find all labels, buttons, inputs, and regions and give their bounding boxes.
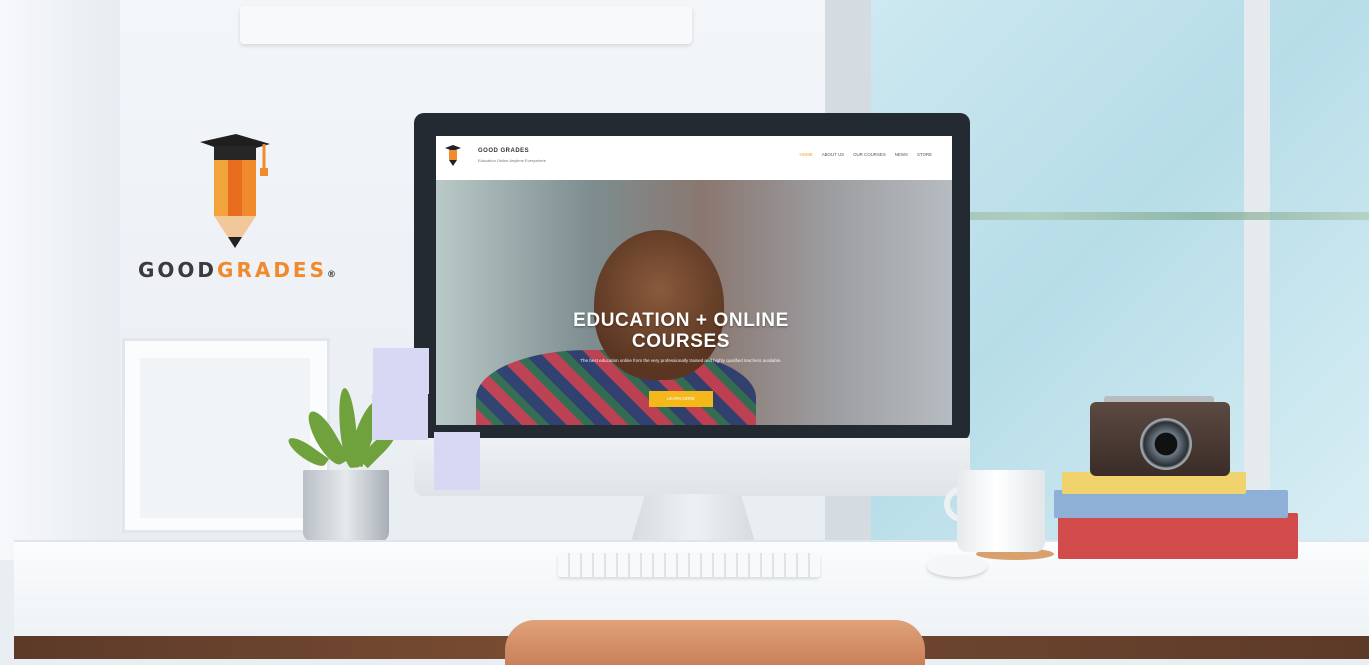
wall-pillar bbox=[0, 0, 120, 560]
window-frame-right bbox=[1244, 0, 1270, 545]
chair bbox=[505, 620, 925, 665]
registered-mark: ® bbox=[327, 270, 339, 280]
website-tagline: Education Online Anytime Everywhere bbox=[478, 158, 547, 163]
keyboard bbox=[558, 553, 820, 577]
mouse bbox=[927, 555, 987, 577]
website-site-name: GOOD GRADES bbox=[478, 148, 530, 154]
brand-word-good: GOOD bbox=[138, 258, 218, 282]
hero-subtitle: The best education online from the very … bbox=[580, 358, 782, 363]
sticky-note bbox=[434, 432, 480, 490]
book-red bbox=[1058, 513, 1298, 559]
monitor-stand bbox=[630, 494, 756, 546]
book-blue bbox=[1054, 490, 1288, 518]
nav-item-about-us[interactable]: ABOUT US bbox=[822, 152, 844, 157]
website-nav: HOME ABOUT US OUR COURSES NEWS STORE bbox=[800, 152, 933, 157]
learn-more-button[interactable]: LEARN MORE bbox=[649, 391, 713, 407]
plant-pot bbox=[303, 470, 389, 542]
picture-frame-mat bbox=[140, 358, 310, 518]
website-hero: EDUCATION + ONLINE COURSES The best educ… bbox=[436, 180, 952, 425]
nav-item-store[interactable]: STORE bbox=[917, 152, 932, 157]
nav-item-home[interactable]: HOME bbox=[800, 152, 813, 157]
air-conditioner bbox=[240, 6, 692, 44]
hero-title: EDUCATION + ONLINE COURSES bbox=[573, 310, 789, 352]
brand-wordmark: GOODGRADES® bbox=[138, 258, 339, 282]
monitor-chin bbox=[414, 438, 970, 496]
website-logo-icon bbox=[445, 145, 461, 166]
website-header: GOOD GRADES Education Online Anytime Eve… bbox=[436, 136, 952, 180]
nav-item-our-courses[interactable]: OUR COURSES bbox=[853, 152, 886, 157]
coffee-mug bbox=[957, 470, 1045, 552]
sticky-note bbox=[372, 394, 428, 440]
sticky-note bbox=[373, 348, 429, 394]
nav-item-news[interactable]: NEWS bbox=[895, 152, 908, 157]
camera-lens bbox=[1140, 418, 1192, 470]
brand-word-grades: GRADES bbox=[217, 258, 327, 282]
monitor-screen: GOOD GRADES Education Online Anytime Eve… bbox=[436, 136, 952, 425]
